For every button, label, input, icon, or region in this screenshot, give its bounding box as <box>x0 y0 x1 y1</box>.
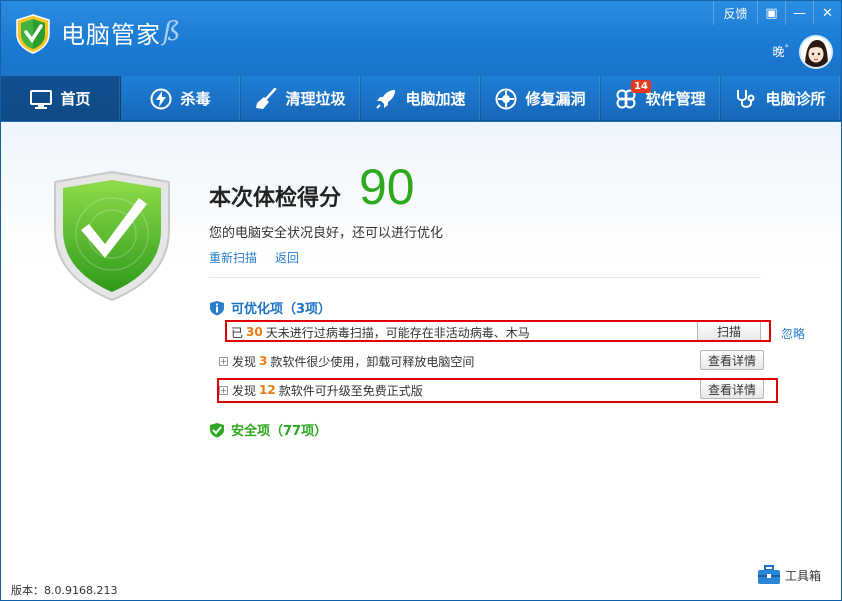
back-link[interactable]: 返回 <box>275 249 299 266</box>
tab-software[interactable]: 14 软件管理 <box>601 76 721 121</box>
feedback-button[interactable]: 反馈 <box>713 1 757 25</box>
title-swash: ß <box>163 17 181 47</box>
window-controls: 反馈 ▣ — ✕ <box>713 1 841 25</box>
version-label: 版本：8.0.9168.213 <box>11 584 118 597</box>
tab-clinic[interactable]: 电脑诊所 <box>721 76 841 121</box>
title-bar: 电脑管家 ß 反馈 ▣ — ✕ 晚° <box>1 1 841 76</box>
health-score: 90 <box>359 159 415 215</box>
toolbox-button[interactable]: 工具箱 <box>757 564 821 586</box>
score-title: 本次体检得分 <box>209 186 342 211</box>
tab-label: 清理垃圾 <box>285 90 346 108</box>
greeting: 晚° <box>772 43 789 60</box>
close-button[interactable]: ✕ <box>813 1 841 25</box>
score-description: 您的电脑安全状况良好，还可以进行优化 <box>209 226 444 241</box>
ignore-link[interactable]: 忽略 <box>781 325 805 342</box>
tab-clean[interactable]: 清理垃圾 <box>241 76 361 121</box>
greeting-mark: ° <box>784 44 790 54</box>
optimizable-section-heading: 可优化项（3项） <box>209 298 331 317</box>
stethoscope-icon <box>737 89 755 108</box>
optimizable-heading-text: 可优化项（3项） <box>231 302 332 317</box>
rocket-icon <box>376 89 396 109</box>
safe-heading-text: 安全项（77项） <box>231 424 328 439</box>
divider <box>209 277 761 278</box>
tab-label: 首页 <box>60 90 91 108</box>
expand-icon[interactable]: + <box>219 356 228 366</box>
list-item: + 发现 3 款软件很少使用，卸载可释放电脑空间 查看详情 <box>219 350 764 372</box>
app-title: 电脑管家 <box>61 21 161 49</box>
tab-home[interactable]: 首页 <box>1 76 121 121</box>
main-nav: 首页 杀毒 清理垃圾 电脑加速 修复漏洞 14 软件管理 电脑诊所 <box>1 76 841 121</box>
tab-label: 软件管理 <box>645 90 706 108</box>
item-number: 3 <box>259 354 268 368</box>
security-shield-icon <box>54 170 170 302</box>
tab-label: 杀毒 <box>180 90 211 108</box>
view-details-button[interactable]: 查看详情 <box>700 350 764 370</box>
safe-check-icon <box>210 422 224 437</box>
monitor-icon <box>30 89 53 109</box>
tab-patch[interactable]: 修复漏洞 <box>481 76 601 121</box>
rescan-link[interactable]: 重新扫描 <box>209 249 257 266</box>
greeting-text: 晚 <box>772 45 785 59</box>
lightning-icon <box>150 88 172 109</box>
software-update-badge: 14 <box>631 80 651 93</box>
toolbox-label: 工具箱 <box>785 568 822 583</box>
highlight-box <box>217 378 778 403</box>
safe-section-heading: 安全项（77项） <box>209 420 327 439</box>
highlight-box <box>225 320 771 342</box>
avatar[interactable] <box>799 35 833 69</box>
minimize-button[interactable]: — <box>785 1 813 25</box>
shield-logo-icon <box>16 14 50 54</box>
avatar-face-icon <box>801 37 831 67</box>
info-icon <box>210 300 224 315</box>
skin-icon[interactable]: ▣ <box>757 1 785 25</box>
tab-label: 电脑加速 <box>405 90 466 108</box>
tab-label: 电脑诊所 <box>765 90 826 108</box>
item-prefix: 发现 <box>232 354 257 369</box>
toolbox-icon <box>758 565 780 584</box>
item-text: 款软件很少使用，卸载可释放电脑空间 <box>270 354 475 369</box>
main-content: 本次体检得分 90 您的电脑安全状况良好，还可以进行优化 重新扫描 返回 可优化… <box>1 122 841 600</box>
patch-icon <box>495 88 517 109</box>
app-window: 电脑管家 ß 反馈 ▣ — ✕ 晚° 首页 杀毒 清理垃圾 电脑加速 修复漏洞 … <box>0 0 842 601</box>
tab-speedup[interactable]: 电脑加速 <box>361 76 481 121</box>
tab-label: 修复漏洞 <box>525 90 586 108</box>
broom-icon <box>256 87 277 109</box>
tab-antivirus[interactable]: 杀毒 <box>121 76 241 121</box>
